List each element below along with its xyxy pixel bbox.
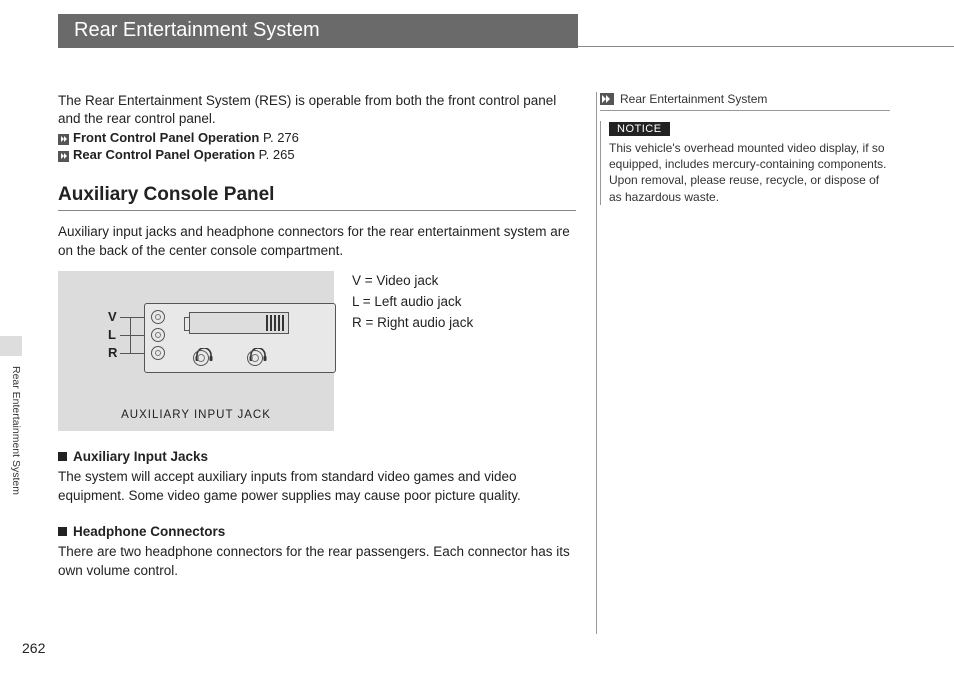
- section-heading: Auxiliary Console Panel: [58, 184, 576, 206]
- legend-v: V = Video jack: [352, 273, 473, 288]
- column-divider: [596, 92, 597, 634]
- section-rule: [58, 210, 576, 211]
- page-header: Rear Entertainment System: [58, 14, 954, 48]
- left-audio-jack-icon: [151, 328, 165, 342]
- cartridge-icon: [189, 312, 289, 334]
- square-bullet-icon: [58, 452, 67, 461]
- tab-marker: [0, 336, 22, 356]
- side-tab: Rear Entertainment System: [0, 336, 22, 516]
- volume-knob-icon: [193, 350, 209, 366]
- sidebar-heading-row: Rear Entertainment System: [600, 92, 890, 111]
- header-rule: [578, 14, 954, 47]
- crossref-icon: [58, 151, 69, 162]
- headphones-text: There are two headphone connectors for t…: [58, 543, 576, 581]
- page-number: 262: [22, 640, 45, 656]
- section-para: Auxiliary input jacks and headphone conn…: [58, 223, 576, 261]
- crossref-page: P. 276: [263, 130, 299, 145]
- page-title: Rear Entertainment System: [58, 14, 578, 48]
- crossref-rear-panel: Rear Control Panel Operation P. 265: [58, 147, 576, 162]
- crossref-label: Front Control Panel Operation: [73, 130, 259, 145]
- video-jack-icon: [151, 310, 165, 324]
- notice-text: This vehicle's overhead mounted video di…: [609, 140, 890, 205]
- diagram-caption: AUXILIARY INPUT JACK: [58, 409, 334, 421]
- subsection-aux-jacks: Auxiliary Input Jacks: [58, 449, 576, 464]
- volume-knob-icon: [247, 350, 263, 366]
- diagram-label-v: V: [108, 309, 117, 324]
- diagram-legend: V = Video jack L = Left audio jack R = R…: [352, 271, 473, 431]
- subsection-heading: Headphone Connectors: [73, 524, 225, 539]
- right-audio-jack-icon: [151, 346, 165, 360]
- subsection-heading: Auxiliary Input Jacks: [73, 449, 208, 464]
- crossref-icon: [58, 134, 69, 145]
- diagram-label-r: R: [108, 345, 117, 360]
- main-content: The Rear Entertainment System (RES) is o…: [58, 92, 576, 581]
- legend-l: L = Left audio jack: [352, 294, 473, 309]
- legend-r: R = Right audio jack: [352, 315, 473, 330]
- crossref-page: P. 265: [259, 147, 295, 162]
- notice-block: NOTICE This vehicle's overhead mounted v…: [600, 121, 890, 205]
- sidebar-heading: Rear Entertainment System: [620, 92, 767, 106]
- double-chevron-icon: [600, 93, 614, 105]
- crossref-label: Rear Control Panel Operation: [73, 147, 255, 162]
- aux-jacks-text: The system will accept auxiliary inputs …: [58, 468, 576, 506]
- crossref-front-panel: Front Control Panel Operation P. 276: [58, 130, 576, 145]
- aux-jack-diagram: V L R AUXILIARY INPU: [58, 271, 334, 431]
- tab-label: Rear Entertainment System: [0, 356, 22, 495]
- diagram-row: V L R AUXILIARY INPU: [58, 271, 576, 431]
- diagram-label-l: L: [108, 327, 116, 342]
- intro-text: The Rear Entertainment System (RES) is o…: [58, 92, 576, 128]
- notice-badge: NOTICE: [609, 122, 670, 136]
- square-bullet-icon: [58, 527, 67, 536]
- subsection-headphones: Headphone Connectors: [58, 524, 576, 539]
- sidebar: Rear Entertainment System NOTICE This ve…: [600, 92, 890, 205]
